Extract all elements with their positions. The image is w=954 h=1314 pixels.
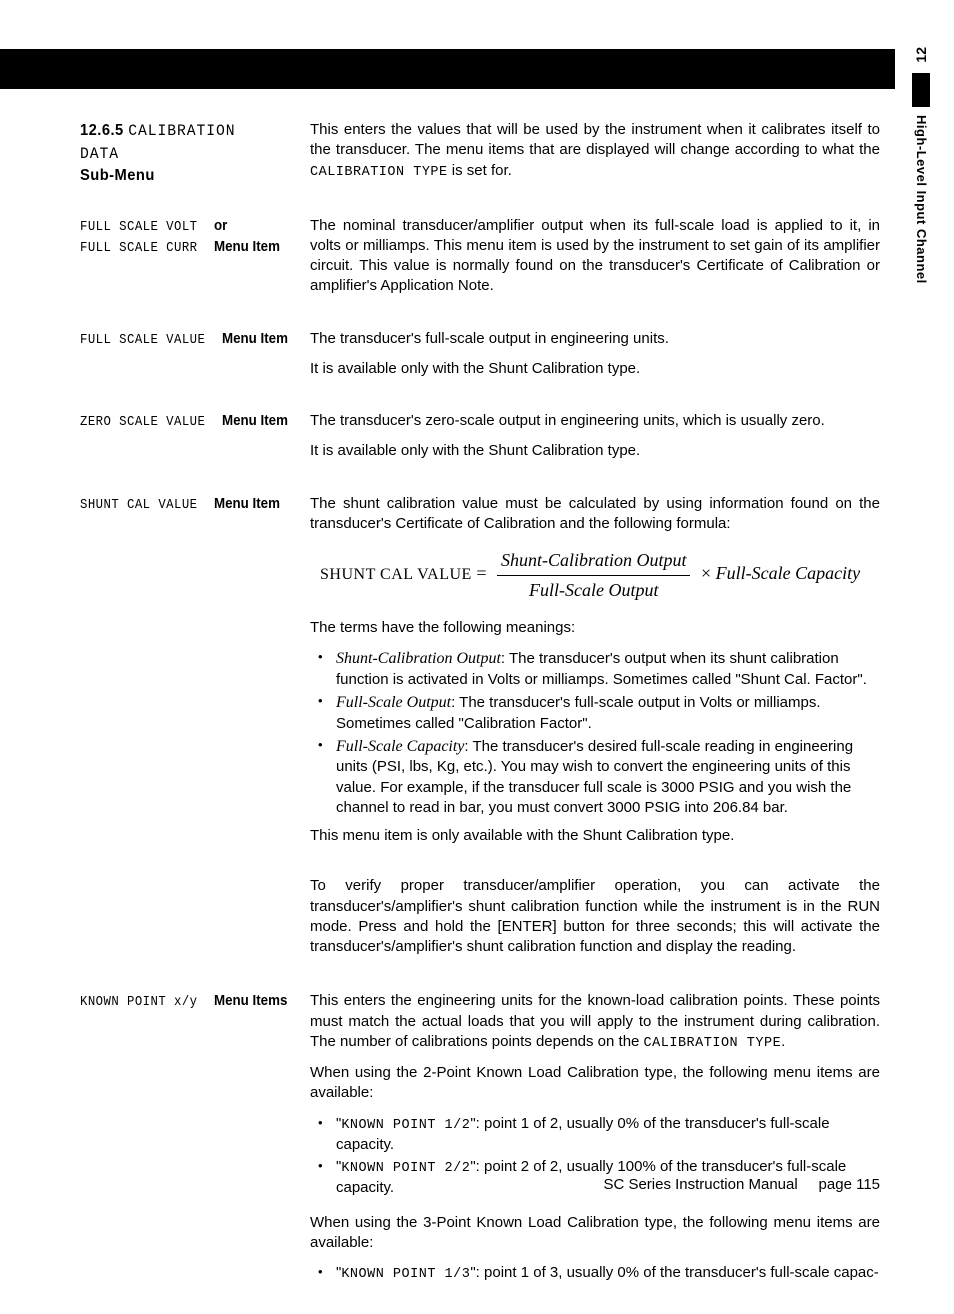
body-text: It is available only with the Shunt Cali… — [310, 359, 880, 379]
formula: SHUNT CAL VALUE = Shunt-Calibration Outp… — [320, 548, 880, 602]
body-text: The nominal transducer/amplifier output … — [310, 216, 880, 297]
body-text: To verify proper transducer/amplifier op… — [310, 876, 880, 957]
chapter-number: 12 — [912, 47, 931, 63]
list-item: Shunt-Calibration Output: The transducer… — [310, 648, 880, 690]
section: FULL SCALE VALUE Menu Item The transducer… — [80, 329, 880, 390]
body-text: This enters the values that will be used… — [310, 120, 880, 182]
section: SHUNT CAL VALUE Menu Item The shunt calib… — [80, 494, 880, 968]
body-text: The shunt calibration value must be calc… — [310, 494, 880, 535]
page-footer: SC Series Instruction Manual page 115 — [0, 1175, 880, 1195]
list-item: "KNOWN POINT 1/2": point 1 of 2, usually… — [310, 1114, 880, 1155]
list-item: Full-Scale Output: The transducer's full… — [310, 692, 880, 734]
list-item: Full-Scale Capacity: The transducer's de… — [310, 736, 880, 818]
list-item: "KNOWN POINT 1/3": point 1 of 3, usually… — [310, 1263, 880, 1284]
section: 12.6.5 CALIBRATION DATASub-Menu This ente… — [80, 120, 880, 192]
body-text: This enters the engineering units for th… — [310, 991, 880, 1053]
menu-item-label: FULL SCALE VALUE Menu Item — [80, 329, 300, 350]
manual-title: SC Series Instruction Manual — [603, 1176, 797, 1193]
section: ZERO SCALE VALUE Menu Item The transducer… — [80, 411, 880, 472]
section: KNOWN POINT x/y Menu Items This enters th… — [80, 991, 880, 1292]
body-text: It is available only with the Shunt Cali… — [310, 441, 880, 461]
body-text: When using the 2-Point Known Load Calibr… — [310, 1063, 880, 1104]
header-black-bar — [0, 49, 895, 89]
section-heading: 12.6.5 CALIBRATION DATASub-Menu — [80, 120, 282, 187]
section-body: The transducer's full-scale output in en… — [310, 329, 880, 390]
body-text: The transducer's zero-scale output in en… — [310, 411, 880, 431]
section-label: SHUNT CAL VALUE Menu Item — [80, 494, 310, 968]
body-text: This menu item is only available with th… — [310, 826, 880, 846]
bullet-list: Shunt-Calibration Output: The transducer… — [310, 648, 880, 818]
page-content: 12.6.5 CALIBRATION DATASub-Menu This ente… — [80, 120, 880, 1314]
menu-item-label: FULL SCALE VOLT or — [80, 216, 300, 237]
section-label: 12.6.5 CALIBRATION DATASub-Menu — [80, 120, 310, 192]
section-label: KNOWN POINT x/y Menu Items — [80, 991, 310, 1292]
menu-item-label: KNOWN POINT x/y Menu Items — [80, 991, 300, 1012]
section-label: ZERO SCALE VALUE Menu Item — [80, 411, 310, 472]
bullet-list: "KNOWN POINT 1/3": point 1 of 3, usually… — [310, 1263, 880, 1284]
section-body: The shunt calibration value must be calc… — [310, 494, 880, 968]
chapter-title: High-Level Input Channel — [912, 115, 930, 284]
section-label: FULL SCALE VALUE Menu Item — [80, 329, 310, 390]
side-tab-block — [912, 73, 930, 107]
section-body: The nominal transducer/amplifier output … — [310, 216, 880, 307]
side-tab: 12 High-Level Input Channel — [910, 47, 932, 290]
menu-item-label: ZERO SCALE VALUE Menu Item — [80, 411, 300, 432]
section-body: The transducer's zero-scale output in en… — [310, 411, 880, 472]
body-text: When using the 3-Point Known Load Calibr… — [310, 1213, 880, 1254]
menu-item-label: SHUNT CAL VALUE Menu Item — [80, 494, 300, 515]
section-label: FULL SCALE VOLT orFULL SCALE CURR Menu I… — [80, 216, 310, 307]
body-text: The transducer's full-scale output in en… — [310, 329, 880, 349]
section-body: This enters the engineering units for th… — [310, 991, 880, 1292]
body-text: The terms have the following meanings: — [310, 618, 880, 638]
menu-item-label: FULL SCALE CURR Menu Item — [80, 237, 300, 258]
page-number: page 115 — [819, 1176, 880, 1193]
section: FULL SCALE VOLT orFULL SCALE CURR Menu I… — [80, 216, 880, 307]
section-body: This enters the values that will be used… — [310, 120, 880, 192]
